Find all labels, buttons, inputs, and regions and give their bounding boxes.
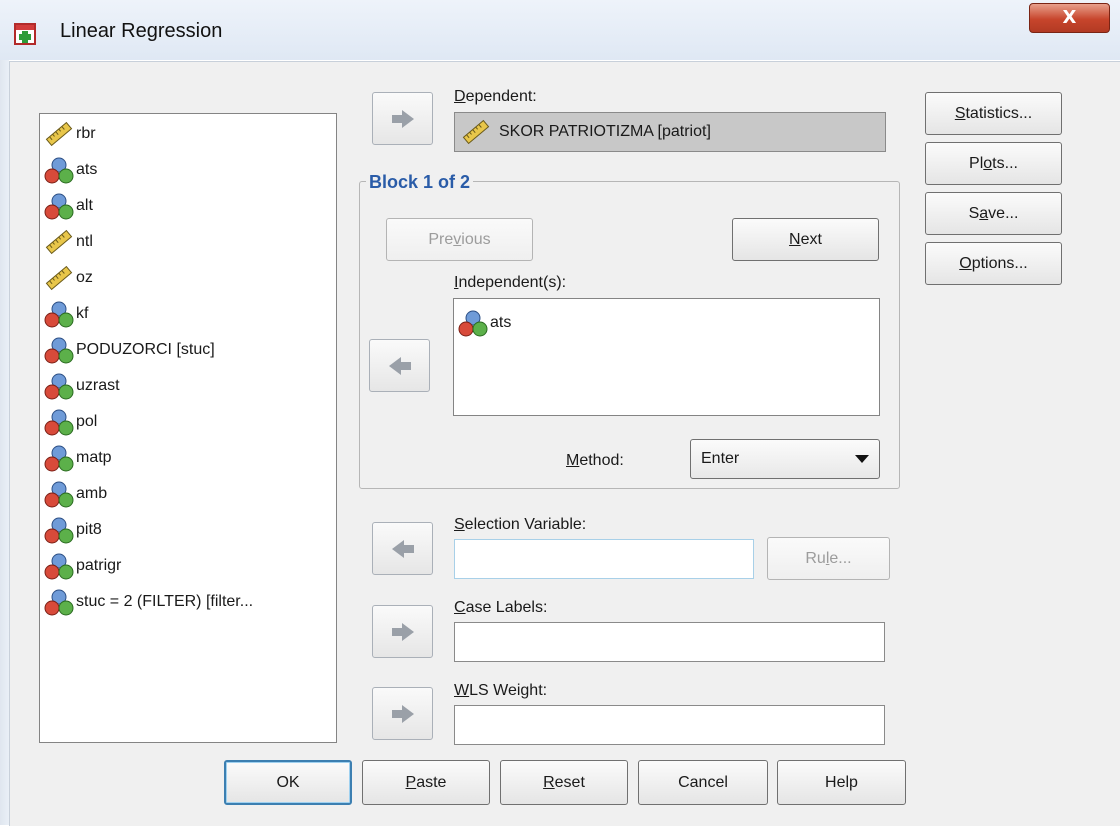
dependent-label: Dependent: <box>454 88 537 105</box>
list-item-label: amb <box>76 485 108 502</box>
nominal-balls-icon <box>44 517 74 544</box>
nominal-balls-icon <box>44 337 74 364</box>
move-to-case-labels-button[interactable] <box>372 605 433 658</box>
list-item-label: pol <box>76 413 98 430</box>
ok-button[interactable]: OK <box>224 760 352 805</box>
independents-list[interactable]: ats <box>453 298 880 416</box>
list-item-label: oz <box>76 269 93 286</box>
nominal-balls-icon <box>44 589 74 616</box>
nominal-balls-icon <box>44 553 74 580</box>
dropdown-caret-icon <box>855 455 869 463</box>
list-item[interactable]: oz <box>44 263 93 293</box>
title-bar: Linear Regression X <box>0 0 1120 60</box>
reset-button[interactable]: Reset <box>500 760 628 805</box>
list-item[interactable]: rbr <box>44 119 96 149</box>
list-item[interactable]: alt <box>44 191 93 221</box>
list-item-label: patrigr <box>76 557 122 574</box>
nominal-balls-icon <box>44 481 74 508</box>
list-item-label: rbr <box>76 125 96 142</box>
help-button[interactable]: Help <box>777 760 906 805</box>
list-item[interactable]: matp <box>44 443 112 473</box>
arrow-right-icon <box>391 704 414 723</box>
nominal-balls-icon <box>44 301 74 328</box>
independents-label: Independent(s): <box>454 274 567 291</box>
move-to-dependent-button[interactable] <box>372 92 433 145</box>
list-item[interactable]: PODUZORCI [stuc] <box>44 335 215 365</box>
list-item[interactable]: stuc = 2 (FILTER) [filter... <box>44 587 253 617</box>
wls-weight-field[interactable] <box>454 705 885 745</box>
nominal-balls-icon <box>44 373 74 400</box>
list-item-label: ntl <box>76 233 93 250</box>
window-title: Linear Regression <box>60 20 223 42</box>
move-to-selection-button[interactable] <box>372 522 433 575</box>
dependent-field[interactable]: SKOR PATRIOTIZMA [patriot] <box>454 112 886 152</box>
window-frame-left <box>0 60 9 825</box>
list-item-label: kf <box>76 305 89 322</box>
list-item-label: uzrast <box>76 377 120 394</box>
options-button[interactable]: Options... <box>925 242 1062 285</box>
list-item-label: ats <box>76 161 98 178</box>
method-dropdown[interactable]: Enter <box>690 439 880 479</box>
list-item[interactable]: ats <box>458 309 511 337</box>
next-block-button[interactable]: Next <box>732 218 879 261</box>
arrow-right-icon <box>391 622 414 641</box>
list-item[interactable]: ats <box>44 155 97 185</box>
spss-app-icon <box>14 23 36 45</box>
list-item[interactable]: pol <box>44 407 97 437</box>
list-item-label: ats <box>490 314 512 331</box>
method-value: Enter <box>701 450 740 467</box>
list-item[interactable]: patrigr <box>44 551 121 581</box>
case-labels-field[interactable] <box>454 622 885 662</box>
wls-weight-label: WLS Weight: <box>454 682 548 699</box>
dependent-value: SKOR PATRIOTIZMA [patriot] <box>499 123 711 140</box>
list-item[interactable]: ntl <box>44 227 93 257</box>
move-to-wls-weight-button[interactable] <box>372 687 433 740</box>
move-to-independents-button[interactable] <box>369 339 430 392</box>
block-title: Block 1 of 2 <box>366 172 474 193</box>
list-item-label: PODUZORCI [stuc] <box>76 341 215 358</box>
list-item-label: stuc = 2 (FILTER) [filter... <box>76 593 254 610</box>
save-button[interactable]: Sa ve... <box>925 192 1062 235</box>
selection-variable-label: Selection Variable: <box>454 516 587 533</box>
list-item[interactable]: kf <box>44 299 88 329</box>
method-label: Method: <box>566 452 624 469</box>
arrow-left-icon <box>388 356 411 375</box>
paste-button[interactable]: Paste <box>362 760 490 805</box>
statistics-button[interactable]: Statistics... <box>925 92 1062 135</box>
list-item[interactable]: pit8 <box>44 515 102 545</box>
close-button[interactable]: X <box>1029 3 1110 33</box>
arrow-left-icon <box>391 539 414 558</box>
source-variable-list[interactable]: rbr ats alt ntl oz kf PODUZORCI [stuc] uzrast po… <box>39 113 337 743</box>
list-item-label: matp <box>76 449 112 466</box>
list-item[interactable]: uzrast <box>44 371 120 401</box>
nominal-balls-icon <box>44 193 74 220</box>
case-labels-label: Case Labels: <box>454 599 548 616</box>
rule-button[interactable]: Ru l e... <box>767 537 890 580</box>
list-item-label: pit8 <box>76 521 102 538</box>
cancel-button[interactable]: Cancel <box>638 760 768 805</box>
scale-ruler-icon <box>45 265 73 291</box>
nominal-balls-icon <box>458 310 488 337</box>
scale-ruler-icon <box>45 121 73 147</box>
scale-ruler-icon <box>45 229 73 255</box>
nominal-balls-icon <box>44 445 74 472</box>
nominal-balls-icon <box>44 409 74 436</box>
selection-variable-field[interactable] <box>454 539 754 579</box>
nominal-balls-icon <box>44 157 74 184</box>
plots-button[interactable]: Pl o ts... <box>925 142 1062 185</box>
list-item[interactable]: amb <box>44 479 107 509</box>
arrow-right-icon <box>391 109 414 128</box>
previous-block-button[interactable]: Pre v ious <box>386 218 533 261</box>
list-item-label: alt <box>76 197 93 214</box>
scale-ruler-icon <box>462 119 490 145</box>
